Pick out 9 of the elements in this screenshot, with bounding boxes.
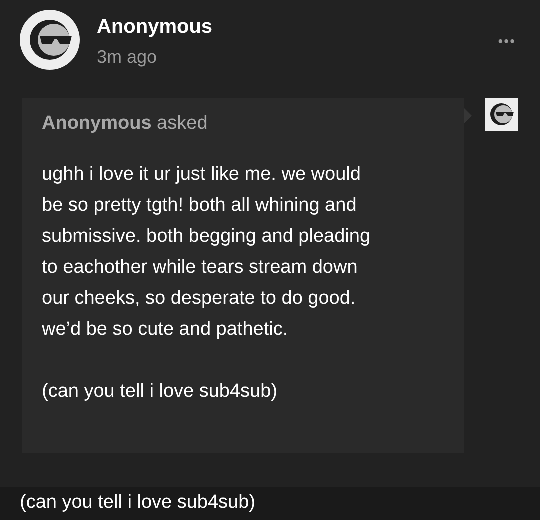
author-name[interactable]: Anonymous [97,14,213,40]
asker-line: Anonymous asked [42,112,209,136]
ask-paragraph: (can you tell i love sub4sub) [42,380,279,404]
post-time: 3m ago [97,46,158,69]
avatar-icon [20,10,80,70]
asker-avatar-icon [485,98,518,131]
ask-paragraph: ughh i love it ur just like me. we would be so pretty tgth! both all whining and submissive. both begging and pleading to eachother while tears stream down our cheeks, so desperate to do good. we’d be so cute and pathetic. [42,163,372,342]
caption-text: (can you tell i love sub4sub) [20,491,256,516]
more-menu-button[interactable]: ••• [498,34,516,48]
